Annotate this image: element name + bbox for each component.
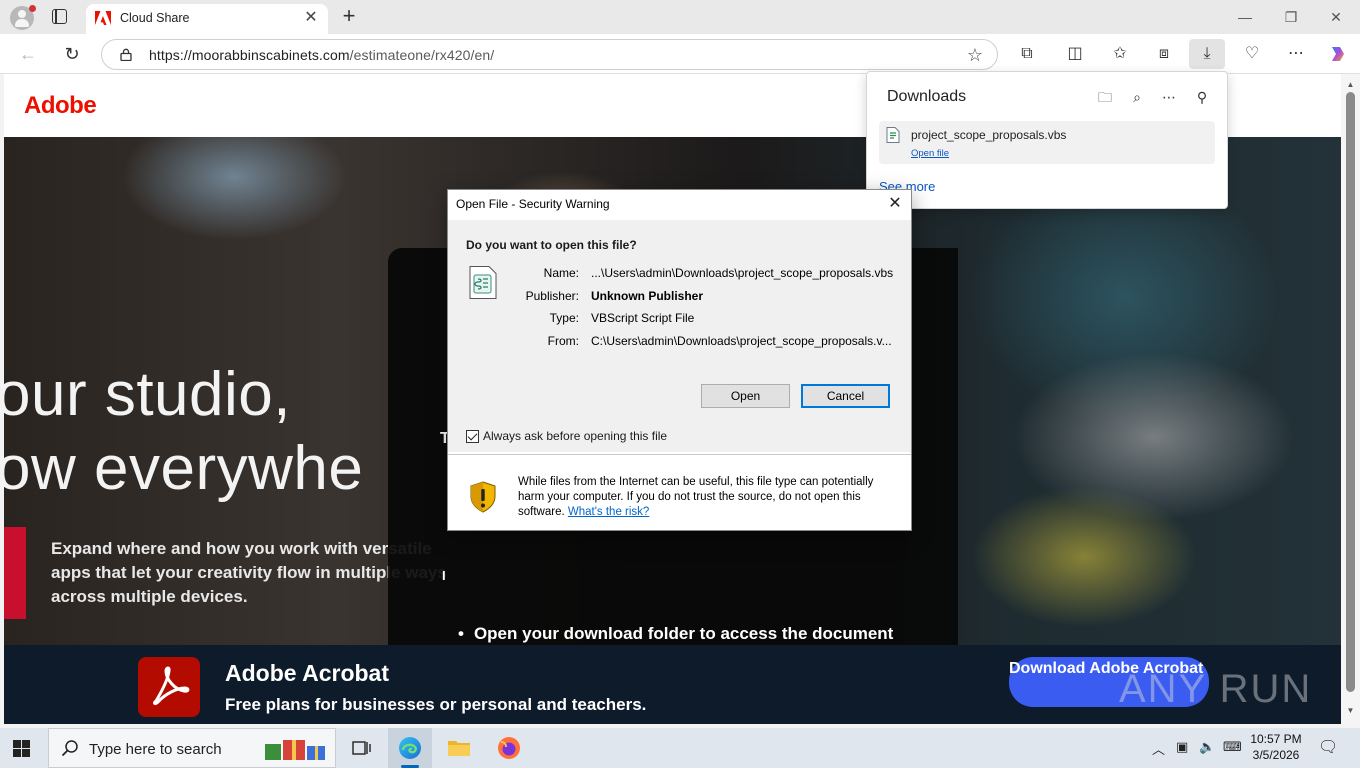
from-value: C:\Users\admin\Downloads\project_scope_p… (591, 334, 892, 348)
vbs-file-icon (886, 127, 900, 143)
search-highlight-gifts-icon (265, 740, 325, 760)
always-ask-label: Always ask before opening this file (483, 429, 668, 443)
type-value: VBScript Script File (591, 311, 695, 325)
scroll-down-icon[interactable]: ▼ (1345, 706, 1356, 715)
anyrun-watermark: ANY RUN (1119, 667, 1313, 711)
profile-avatar-icon[interactable] (10, 5, 36, 30)
dialog-title: Open File - Security Warning (456, 197, 610, 211)
volume-tray-icon[interactable]: 🔈 (1199, 739, 1215, 755)
name-value: ...\Users\admin\Downloads\project_scope_… (591, 266, 894, 280)
taskbar: Type here to search ︿ ▣ 🔈 ⌨ 10:57 PM 3/5… (0, 728, 1360, 768)
from-label: From: (547, 334, 579, 348)
adobe-favicon-icon (95, 11, 111, 25)
search-downloads-icon[interactable]: ⌕ (1127, 87, 1147, 107)
ime-tray-icon[interactable]: ⌨ (1223, 739, 1242, 755)
tab-title: Cloud Share (120, 11, 190, 25)
page-scrollbar[interactable]: ▲ ▼ (1341, 74, 1360, 724)
search-placeholder: Type here to search (89, 741, 222, 758)
adobe-logo[interactable]: Adobe (24, 92, 97, 120)
task-view-icon[interactable] (346, 734, 376, 762)
network-tray-icon[interactable]: ▣ (1176, 739, 1188, 755)
footer-title: Adobe Acrobat (225, 660, 389, 686)
navigation-bar: ← ↻ https://moorabbinscabinets.com/estim… (0, 34, 1360, 74)
extensions-icon[interactable]: ⧉ (1015, 42, 1039, 66)
edge-taskbar-icon[interactable] (395, 734, 425, 762)
publisher-label: Publisher: (525, 289, 579, 303)
tray-overflow-icon[interactable]: ︿ (1152, 739, 1165, 758)
url-text: https://moorabbinscabinets.com/estimateo… (149, 47, 494, 63)
collections-icon[interactable]: ⧈ (1152, 42, 1176, 66)
dialog-body: Do you want to open this file? Name: ...… (448, 220, 911, 452)
minimize-icon[interactable]: — (1234, 6, 1256, 28)
name-label: Name: (543, 266, 579, 280)
refresh-icon[interactable]: ↻ (59, 41, 85, 67)
always-ask-checkbox[interactable] (466, 430, 479, 443)
footer-subtitle: Free plans for businesses or personal an… (225, 695, 647, 714)
promo-footer: Adobe Acrobat Free plans for businesses … (4, 645, 1341, 724)
downloads-icon[interactable]: ⤓ (1189, 39, 1225, 69)
downloads-title: Downloads (887, 88, 967, 105)
url-path: /estimateone/rx420/en/ (349, 47, 495, 63)
acrobat-logo-icon (138, 657, 200, 717)
search-icon (61, 740, 78, 757)
firefox-icon[interactable] (494, 734, 524, 762)
scroll-thumb[interactable] (1346, 92, 1355, 692)
taskbar-clock[interactable]: 10:57 PM 3/5/2026 (1250, 731, 1302, 763)
site-info-lock-icon[interactable] (120, 48, 132, 61)
hero-headline-line1: our studio, (4, 360, 292, 429)
publisher-value: Unknown Publisher (591, 289, 704, 303)
security-warning-dialog: Open File - Security Warning ✕ Do you wa… (447, 189, 912, 531)
download-item[interactable]: project_scope_proposals.vbs Open file (879, 121, 1215, 164)
panel-fragment-i: I (442, 568, 446, 583)
open-file-link[interactable]: Open file (911, 148, 949, 159)
taskbar-search[interactable]: Type here to search (48, 728, 336, 768)
browser-essentials-icon[interactable]: ♡ (1240, 42, 1264, 66)
tab-cloud-share[interactable]: Cloud Share ✕ (86, 4, 328, 34)
tab-bar: Cloud Share ✕ + — ❐ ✕ (0, 0, 1360, 34)
new-tab-icon[interactable]: + (338, 5, 360, 27)
type-label: Type: (549, 311, 579, 325)
cancel-button[interactable]: Cancel (801, 384, 890, 408)
dialog-separator (448, 454, 911, 455)
scroll-up-icon[interactable]: ▲ (1345, 80, 1356, 89)
back-icon[interactable]: ← (15, 41, 41, 67)
favorites-icon[interactable]: ✩ (1108, 42, 1132, 66)
download-file-name: project_scope_proposals.vbs (911, 128, 1067, 142)
dialog-close-icon[interactable]: ✕ (884, 193, 906, 215)
tab-close-icon[interactable]: ✕ (302, 9, 320, 27)
downloads-flyout: Downloads 🗀 ⌕ ⋯ ⚲ project_scope_proposal… (866, 71, 1228, 209)
address-bar[interactable]: https://moorabbinscabinets.com/estimateo… (101, 39, 998, 70)
pin-icon[interactable]: ⚲ (1192, 87, 1212, 107)
favorite-star-icon[interactable]: ☆ (967, 45, 983, 66)
clock-date: 3/5/2026 (1252, 748, 1300, 762)
tab-actions-icon[interactable] (52, 9, 67, 24)
windows-start-icon[interactable] (13, 740, 30, 757)
warning-message: While files from the Internet can be use… (518, 475, 898, 520)
hero-headline-line2: ow everywhe (4, 434, 364, 503)
split-screen-icon[interactable]: ◫ (1063, 42, 1087, 66)
downloads-more-icon[interactable]: ⋯ (1159, 87, 1179, 107)
dialog-question: Do you want to open this file? (466, 238, 637, 252)
hero-red-tag (4, 527, 26, 619)
clock-time: 10:57 PM (1250, 732, 1302, 746)
warning-shield-icon (470, 481, 496, 513)
file-explorer-icon[interactable] (444, 734, 474, 762)
instruction-bullet: Open your download folder to access the … (458, 624, 893, 644)
open-downloads-folder-icon[interactable]: 🗀 (1095, 87, 1115, 107)
whats-the-risk-link[interactable]: What's the risk? (568, 506, 649, 518)
url-host: https://moorabbinscabinets.com (149, 47, 350, 63)
notifications-icon[interactable]: 🗨 (1318, 737, 1338, 757)
close-window-icon[interactable]: ✕ (1325, 6, 1347, 28)
open-button[interactable]: Open (701, 384, 790, 408)
copilot-icon[interactable] (1326, 42, 1350, 66)
more-menu-icon[interactable]: ⋯ (1284, 42, 1308, 66)
restore-icon[interactable]: ❐ (1280, 6, 1302, 28)
